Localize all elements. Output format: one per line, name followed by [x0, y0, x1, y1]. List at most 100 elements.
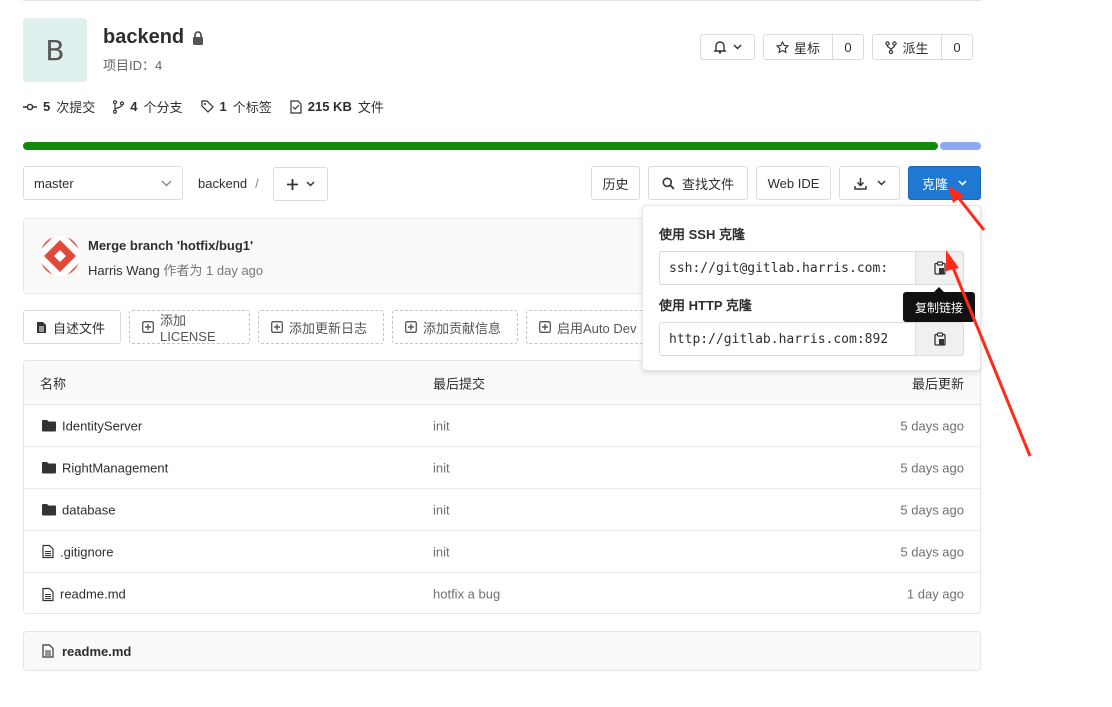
notification-dropdown[interactable] — [700, 34, 755, 60]
breadcrumb-root[interactable]: backend — [198, 176, 247, 191]
plus-icon — [286, 178, 298, 190]
author-avatar[interactable] — [40, 236, 80, 276]
add-contributing-label: 添加贡献信息 — [423, 320, 502, 336]
file-name[interactable]: IdentityServer — [62, 418, 142, 433]
clone-label: 克隆 — [921, 176, 948, 192]
add-file-dropdown[interactable] — [273, 167, 328, 201]
table-row[interactable]: RightManagement init 5 days ago — [24, 447, 980, 489]
fork-icon — [885, 40, 898, 54]
add-changelog-label: 添加更新日志 — [289, 320, 368, 336]
star-count[interactable]: 0 — [833, 34, 864, 60]
ssh-url-input[interactable]: ssh://git@gitlab.harris.com: — [660, 252, 915, 284]
file-commit[interactable]: init — [433, 460, 450, 475]
chevron-down-icon — [958, 180, 967, 186]
enable-autodevops-button[interactable]: 启用Auto Dev — [526, 310, 656, 344]
top-divider — [23, 0, 981, 1]
chevron-down-icon — [161, 180, 172, 187]
file-icon — [42, 544, 54, 559]
fork-group: 派生 0 — [872, 34, 973, 60]
readme-title[interactable]: readme.md — [62, 644, 131, 659]
file-updated: 5 days ago — [900, 418, 964, 433]
table-row[interactable]: IdentityServer init 5 days ago — [24, 405, 980, 447]
readme-label: 自述文件 — [53, 320, 106, 336]
branch-selector[interactable]: master — [23, 166, 183, 200]
readme-button[interactable]: 自述文件 — [23, 310, 121, 344]
lock-icon — [192, 30, 204, 45]
file-name[interactable]: database — [62, 502, 116, 517]
file-name-cell[interactable]: RightManagement — [42, 460, 168, 475]
readme-panel-header: readme.md — [23, 631, 981, 671]
find-file-button[interactable]: 查找文件 — [648, 166, 748, 200]
tags-stat[interactable]: 1 个标签 — [200, 97, 272, 116]
file-commit[interactable]: init — [433, 502, 450, 517]
copy-http-button[interactable] — [915, 323, 963, 355]
branch-name: master — [34, 175, 74, 191]
plus-square-icon — [405, 321, 417, 333]
file-name[interactable]: .gitignore — [60, 544, 113, 559]
language-segment-primary — [23, 142, 938, 150]
add-license-label: 添加LICENSE — [160, 313, 216, 344]
commit-author[interactable]: Harris Wang — [88, 263, 160, 278]
history-button[interactable]: 历史 — [591, 166, 640, 200]
copy-ssh-button[interactable] — [915, 252, 963, 284]
branches-count: 4 — [130, 99, 138, 114]
language-segment-secondary — [940, 142, 981, 150]
commit-authored-label: 作者为 — [163, 263, 203, 278]
download-dropdown[interactable] — [839, 166, 900, 200]
table-row[interactable]: database init 5 days ago — [24, 489, 980, 531]
file-updated: 1 day ago — [906, 586, 964, 602]
commits-stat[interactable]: 5 次提交 — [23, 97, 95, 116]
http-url-input[interactable]: http://gitlab.harris.com:892 — [660, 323, 915, 355]
fork-count[interactable]: 0 — [942, 34, 973, 60]
tags-count: 1 — [219, 99, 227, 114]
star-group: 星标 0 — [763, 34, 864, 60]
table-row[interactable]: .gitignore init 5 days ago — [24, 531, 980, 573]
file-commit[interactable]: init — [433, 418, 450, 433]
add-license-button[interactable]: 添加LICENSE — [129, 310, 250, 344]
file-name-cell[interactable]: readme.md — [42, 587, 126, 602]
web-ide-button[interactable]: Web IDE — [756, 166, 831, 200]
file-name[interactable]: readme.md — [60, 587, 126, 602]
header-last-update: 最后更新 — [911, 376, 964, 391]
clipboard-icon — [933, 261, 946, 275]
file-name-cell[interactable]: IdentityServer — [42, 418, 142, 433]
clone-button[interactable]: 克隆 — [908, 166, 981, 200]
star-label: 星标 — [793, 40, 820, 56]
file-commit[interactable]: hotfix a bug — [433, 587, 500, 602]
chevron-down-icon — [305, 181, 315, 187]
breadcrumb-separator: / — [255, 176, 259, 191]
header-name: 名称 — [40, 376, 67, 391]
language-bar — [23, 142, 981, 150]
clipboard-icon — [933, 332, 946, 346]
plus-square-icon — [142, 321, 154, 333]
ssh-url-field: ssh://git@gitlab.harris.com: — [659, 251, 964, 285]
table-row[interactable]: readme.md hotfix a bug 1 day ago — [24, 573, 980, 615]
project-name[interactable]: backend — [103, 26, 184, 49]
project-avatar: B — [23, 18, 87, 82]
chevron-down-icon — [733, 44, 742, 50]
add-changelog-button[interactable]: 添加更新日志 — [258, 310, 384, 344]
branches-stat[interactable]: 4 个分支 — [113, 97, 183, 116]
file-icon — [42, 644, 54, 658]
fork-label: 派生 — [902, 40, 929, 56]
file-table: 名称 最后提交 最后更新 IdentityServer init 5 days ag… — [23, 360, 981, 614]
plus-square-icon — [539, 321, 551, 333]
file-name[interactable]: RightManagement — [62, 460, 168, 475]
clone-dropdown: 使用 SSH 克隆 ssh://git@gitlab.harris.com: 使… — [642, 205, 981, 371]
header-last-commit: 最后提交 — [433, 376, 486, 391]
size-stat: 215 KB 文件 — [290, 97, 384, 116]
file-name-cell[interactable]: database — [42, 502, 116, 517]
size-count: 215 KB — [307, 99, 352, 114]
fork-button[interactable]: 派生 — [872, 34, 942, 60]
ssh-clone-label: 使用 SSH 克隆 — [659, 227, 745, 242]
add-contributing-button[interactable]: 添加贡献信息 — [392, 310, 518, 344]
chevron-down-icon — [876, 180, 886, 186]
file-commit[interactable]: init — [433, 544, 450, 559]
file-size-icon — [290, 99, 302, 114]
project-title: backend — [103, 26, 204, 49]
file-name-cell[interactable]: .gitignore — [42, 544, 113, 559]
commit-title[interactable]: Merge branch 'hotfix/bug1' — [88, 238, 253, 253]
star-button[interactable]: 星标 — [763, 34, 833, 60]
http-clone-label: 使用 HTTP 克隆 — [659, 298, 752, 313]
download-icon — [853, 177, 867, 190]
